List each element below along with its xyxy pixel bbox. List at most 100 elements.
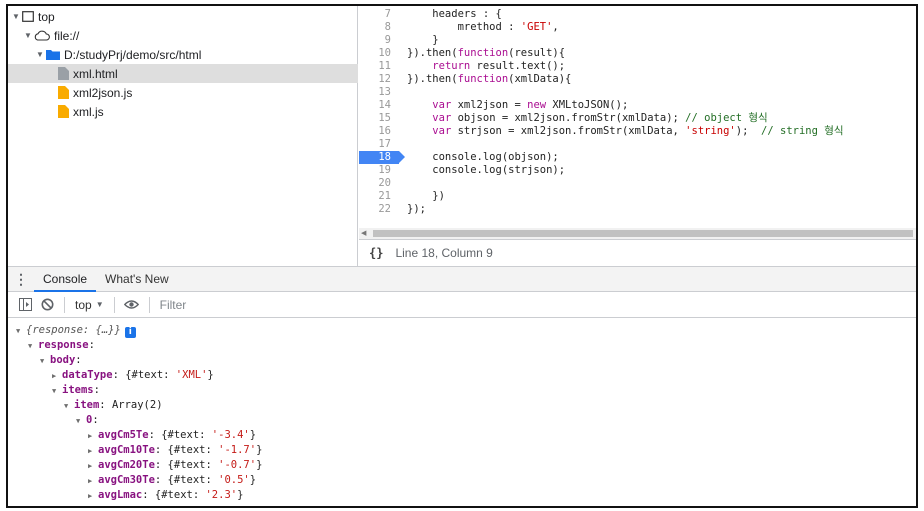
line-number[interactable]: 14 [359, 99, 399, 112]
expanded-arrow-icon[interactable]: ▼ [16, 324, 26, 339]
scrollbar-thumb[interactable] [373, 230, 913, 237]
tab-whats-new[interactable]: What's New [96, 267, 178, 292]
code-token: return [432, 60, 471, 72]
console-token: 'XML' [175, 369, 208, 381]
code-line: }) [407, 190, 445, 203]
expand-arrow-icon[interactable]: ▼ [12, 12, 22, 21]
code-token: 'GET' [520, 21, 553, 33]
console-tree-row[interactable]: ▶ avgCm5Te: {#text: '-3.4'} [88, 428, 256, 443]
line-number[interactable]: 10 [359, 47, 399, 60]
console-toolbar: top ▼ Filter [8, 292, 916, 318]
line-number[interactable]: 7 [359, 8, 399, 21]
line-number[interactable]: 21 [359, 190, 399, 203]
collapsed-arrow-icon[interactable]: ▶ [88, 444, 98, 459]
console-tree-row[interactable]: ▶ avgCm20Te: {#text: '-0.7'} [88, 458, 262, 473]
code-line: var strjson = xml2json.fromStr(xmlData, … [407, 125, 844, 138]
code-line: mrethod : 'GET', [407, 21, 559, 34]
line-number[interactable]: 11 [359, 60, 399, 73]
pretty-print-icon[interactable]: {} [369, 246, 383, 260]
line-number[interactable]: 13 [359, 86, 399, 99]
tree-item[interactable]: ▼ file:// [8, 26, 358, 45]
tree-item[interactable]: ▼ top [8, 7, 358, 26]
collapsed-arrow-icon[interactable]: ▶ [88, 489, 98, 504]
line-number[interactable]: 9 [359, 34, 399, 47]
line-number[interactable]: 8 [359, 21, 399, 34]
console-token: : Array(2) [99, 399, 163, 411]
expanded-arrow-icon[interactable]: ▼ [28, 339, 38, 354]
line-number[interactable]: 15 [359, 112, 399, 125]
line-number[interactable]: 16 [359, 125, 399, 138]
code-line: }).then(function(result){ [407, 47, 565, 60]
line-number[interactable]: 19 [359, 164, 399, 177]
collapsed-arrow-icon[interactable]: ▶ [88, 429, 98, 444]
code-token: } [407, 34, 439, 46]
code-lines[interactable]: 7 headers : { 8 mrethod : 'GET', 9 } 10 }).t… [359, 6, 916, 228]
tree-item[interactable]: xml.js [8, 102, 358, 121]
console-token: : [92, 414, 99, 426]
tree-item[interactable]: xml2json.js [8, 83, 358, 102]
info-icon[interactable]: i [124, 327, 136, 338]
tree-item[interactable]: ▼ D:/studyPrj/demo/src/html [8, 45, 358, 64]
expanded-arrow-icon[interactable]: ▼ [64, 399, 74, 414]
folder-icon [46, 49, 60, 60]
console-tree-row[interactable]: ▶ avgCm30Te: {#text: '0.5'} [88, 473, 256, 488]
console-tree-row[interactable]: ▼ {response: {…}} i [16, 323, 136, 338]
console-output[interactable]: ▼ {response: {…}} i ▼ response: ▼ body: ▶ dataTy… [8, 319, 916, 506]
collapsed-arrow-icon[interactable]: ▶ [88, 459, 98, 474]
expanded-arrow-icon[interactable]: ▼ [52, 384, 62, 399]
horizontal-scrollbar[interactable]: ◀ [359, 228, 916, 239]
collapsed-arrow-icon[interactable]: ▶ [52, 369, 62, 384]
code-token: var [432, 112, 452, 124]
console-token: : [88, 339, 95, 351]
console-tree-row[interactable]: ▼ items: [52, 383, 100, 398]
breakpoint-line-number[interactable]: 18 [359, 151, 399, 164]
console-token: avgCm5Te [98, 429, 149, 441]
code-line: headers : { [407, 8, 502, 21]
console-token: } [249, 429, 257, 441]
console-token: : {#text: [154, 459, 219, 471]
console-token: } [237, 489, 244, 501]
console-tree-row[interactable]: ▼ response: [28, 338, 95, 353]
console-tree-row[interactable]: ▶ avgLmac: {#text: '2.3'} [88, 488, 243, 503]
file-icon-yellow [58, 86, 69, 99]
collapsed-arrow-icon[interactable]: ▶ [88, 474, 98, 489]
expanded-arrow-icon[interactable]: ▼ [76, 414, 86, 429]
clear-console-icon[interactable] [36, 294, 58, 316]
line-number[interactable]: 12 [359, 73, 399, 86]
console-tree-row[interactable]: ▼ 0: [76, 413, 99, 428]
breakpoint-marker-icon[interactable] [399, 151, 405, 163]
console-token: item [74, 399, 100, 411]
scroll-left-icon[interactable]: ◀ [361, 229, 366, 237]
tree-item[interactable]: xml.html [8, 64, 358, 83]
filter-input[interactable]: Filter [160, 298, 187, 312]
code-token: console. [407, 151, 483, 163]
tab-console[interactable]: Console [34, 267, 97, 292]
devtools-window: ▼ top ▼ file://▼ D:/studyPrj/demo/src/html xm… [6, 4, 918, 508]
expanded-arrow-icon[interactable]: ▼ [40, 354, 50, 369]
context-selector[interactable]: top ▼ [71, 298, 108, 312]
code-token: // string 형식 [761, 125, 844, 137]
line-number[interactable]: 22 [359, 203, 399, 216]
sidebar-toggle-icon[interactable] [14, 294, 36, 316]
console-tree-row[interactable]: ▼ item: Array(2) [64, 398, 163, 413]
sources-area: ▼ top ▼ file:// ▼ D:/studyPrj/demo/src/html xm… [8, 6, 916, 266]
file-navigator: ▼ top ▼ file:// ▼ D:/studyPrj/demo/src/html xm… [8, 6, 358, 266]
eye-icon[interactable] [121, 294, 143, 316]
expand-arrow-icon[interactable]: ▼ [36, 50, 46, 59]
drawer-menu-icon[interactable]: ⋮ [8, 271, 34, 288]
console-tree-row[interactable]: ▶ dataType: {#text: 'XML'} [52, 368, 214, 383]
tree-item-label: file:// [54, 28, 80, 43]
expand-arrow-icon[interactable]: ▼ [24, 31, 34, 40]
code-token: function [457, 73, 509, 85]
line-number[interactable]: 17 [359, 138, 399, 151]
console-tree-row[interactable]: ▼ body: [40, 353, 82, 368]
console-token: items [62, 384, 94, 396]
code-token: xml2json = [451, 99, 528, 111]
file-icon-yellow [58, 105, 69, 118]
line-number[interactable]: 20 [359, 177, 399, 190]
console-token: : [93, 384, 100, 396]
console-tree-row[interactable]: ▶ avgCm10Te: {#text: '-1.7'} [88, 443, 262, 458]
